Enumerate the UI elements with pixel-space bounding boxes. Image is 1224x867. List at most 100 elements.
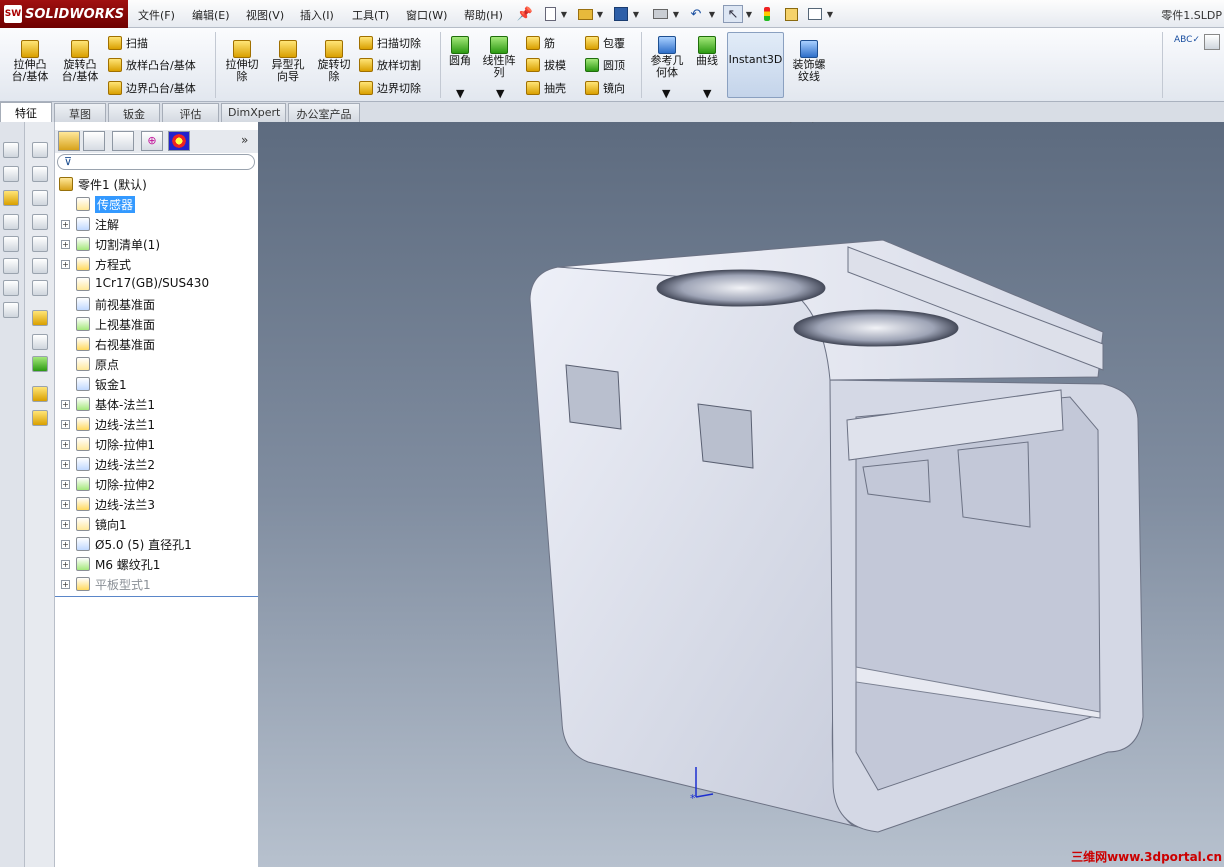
view-cube-icon[interactable] bbox=[32, 214, 48, 230]
expand-panel-icon[interactable]: » bbox=[241, 133, 248, 147]
hole-feature-1[interactable] bbox=[656, 269, 826, 307]
tree-node[interactable]: 前视基准面 bbox=[55, 294, 258, 314]
save-icon[interactable] bbox=[612, 5, 630, 23]
tree-node[interactable]: + 边线-法兰2 bbox=[55, 454, 258, 474]
sketch-line-icon[interactable] bbox=[3, 214, 19, 230]
graphics-viewport[interactable]: 🔍 🔍 ↘ ▥ ◧ ▯ ◦ ◕ ◐ ▣ bbox=[258, 122, 1224, 867]
tree-node[interactable]: + 基体-法兰1 bbox=[55, 394, 258, 414]
tab-sheet-metal[interactable]: 钣金 bbox=[108, 103, 160, 122]
menu-tools[interactable]: 工具(T) bbox=[352, 7, 389, 23]
cosmetic-thread-button[interactable]: 装饰螺纹线 bbox=[789, 40, 829, 83]
spell-check-icon[interactable]: ABC✓ bbox=[1174, 34, 1200, 46]
tree-expand-icon[interactable]: + bbox=[61, 400, 70, 409]
new-dropdown-icon[interactable]: ▼ bbox=[560, 5, 568, 23]
sheet-metal-model[interactable]: * bbox=[258, 122, 1224, 867]
tree-node[interactable]: + Ø5.0 (5) 直径孔1 bbox=[55, 534, 258, 554]
ref-geometry-button[interactable]: 参考几何体 bbox=[646, 36, 688, 79]
view-cube-icon[interactable] bbox=[32, 190, 48, 206]
sketch-circle-icon[interactable] bbox=[3, 258, 19, 274]
tree-expand-icon[interactable]: + bbox=[61, 560, 70, 569]
sketch-tool-icon[interactable] bbox=[3, 142, 19, 158]
menu-edit[interactable]: 编辑(E) bbox=[192, 7, 230, 23]
tree-expand-icon[interactable]: + bbox=[61, 420, 70, 429]
draft-button[interactable]: 拔模 bbox=[526, 56, 566, 74]
mirror-button[interactable]: 镜向 bbox=[585, 79, 625, 97]
sketch-relations-icon[interactable] bbox=[3, 302, 19, 318]
smart-dimension-icon[interactable] bbox=[3, 166, 19, 182]
options-icon[interactable] bbox=[806, 5, 824, 23]
dimxpert-tab-icon[interactable]: ⊕ bbox=[141, 131, 163, 151]
open-file-icon[interactable] bbox=[576, 5, 594, 23]
tree-node[interactable]: 钣金1 bbox=[55, 374, 258, 394]
pin-icon[interactable]: 📌 bbox=[514, 5, 536, 23]
feature-tool-icon[interactable] bbox=[32, 386, 48, 402]
instant3d-button[interactable]: Instant3D bbox=[727, 32, 784, 98]
tree-root[interactable]: 零件1 (默认) bbox=[55, 174, 258, 194]
tree-node[interactable]: + M6 螺纹孔1 bbox=[55, 554, 258, 574]
tree-node[interactable]: + 切割清单(1) bbox=[55, 234, 258, 254]
menu-window[interactable]: 窗口(W) bbox=[406, 7, 447, 23]
menu-view[interactable]: 视图(V) bbox=[246, 7, 284, 23]
wrap-button[interactable]: 包覆 bbox=[585, 34, 625, 52]
menu-help[interactable]: 帮助(H) bbox=[464, 7, 503, 23]
tree-node[interactable]: + 注解 bbox=[55, 214, 258, 234]
loft-cut-button[interactable]: 放样切割 bbox=[359, 56, 421, 74]
open-dropdown-icon[interactable]: ▼ bbox=[596, 5, 604, 23]
menu-file[interactable]: 文件(F) bbox=[138, 7, 175, 23]
format-painter-icon[interactable] bbox=[1204, 34, 1220, 50]
tree-expand-icon[interactable]: + bbox=[61, 260, 70, 269]
view-cube-icon[interactable] bbox=[32, 142, 48, 158]
view-cube-icon[interactable] bbox=[32, 236, 48, 252]
curves-dropdown-icon[interactable]: ▼ bbox=[703, 88, 711, 100]
tree-expand-icon[interactable]: + bbox=[61, 440, 70, 449]
tree-node[interactable]: + 边线-法兰3 bbox=[55, 494, 258, 514]
loft-boss-button[interactable]: 放样凸台/基体 bbox=[108, 56, 196, 74]
view-cube-icon[interactable] bbox=[32, 166, 48, 182]
feature-tree-tab-icon[interactable] bbox=[58, 131, 80, 151]
tree-node[interactable]: 原点 bbox=[55, 354, 258, 374]
tree-node[interactable]: 右视基准面 bbox=[55, 334, 258, 354]
linear-pattern-button[interactable]: 线性阵列 bbox=[480, 36, 518, 79]
sketch-entity-icon[interactable] bbox=[3, 190, 19, 206]
tab-evaluate[interactable]: 评估 bbox=[162, 103, 219, 122]
tree-node[interactable]: + 切除-拉伸1 bbox=[55, 434, 258, 454]
tree-expand-icon[interactable]: + bbox=[61, 240, 70, 249]
revolve-cut-button[interactable]: 旋转切除 bbox=[312, 40, 356, 83]
boundary-boss-button[interactable]: 边界凸台/基体 bbox=[108, 79, 196, 97]
dome-button[interactable]: 圆顶 bbox=[585, 56, 625, 74]
print-icon[interactable] bbox=[650, 5, 670, 23]
model-front-frame[interactable] bbox=[829, 379, 1144, 833]
undo-dropdown-icon[interactable]: ▼ bbox=[708, 5, 716, 23]
tree-rollback-bar[interactable] bbox=[55, 596, 258, 597]
tree-filter-input[interactable]: ⊽ bbox=[57, 154, 255, 170]
relations-icon[interactable] bbox=[32, 356, 48, 372]
tree-node[interactable]: 传感器 bbox=[55, 194, 258, 214]
property-manager-tab-icon[interactable] bbox=[83, 131, 105, 151]
smart-dim-icon[interactable] bbox=[32, 334, 48, 350]
solidworks-logo[interactable]: SW SOLIDWORKS bbox=[0, 0, 128, 28]
tree-node[interactable]: + 镜向1 bbox=[55, 514, 258, 534]
hole-feature-2[interactable] bbox=[793, 309, 959, 347]
tree-expand-icon[interactable]: + bbox=[61, 580, 70, 589]
tab-dimxpert[interactable]: DimXpert bbox=[221, 103, 286, 122]
tree-expand-icon[interactable]: + bbox=[61, 540, 70, 549]
view-cube-icon[interactable] bbox=[32, 280, 48, 296]
tree-node[interactable]: + 切除-拉伸2 bbox=[55, 474, 258, 494]
tab-office-products[interactable]: 办公室产品 bbox=[288, 103, 360, 122]
display-manager-tab-icon[interactable] bbox=[168, 131, 190, 151]
fillet-button[interactable]: 圆角 bbox=[445, 36, 475, 67]
select-dropdown-icon[interactable]: ▼ bbox=[745, 5, 753, 23]
tree-node[interactable]: + 平板型式1 bbox=[55, 574, 258, 594]
tree-expand-icon[interactable]: + bbox=[61, 220, 70, 229]
pattern-dropdown-icon[interactable]: ▼ bbox=[496, 88, 504, 100]
tree-node[interactable]: + 边线-法兰1 bbox=[55, 414, 258, 434]
sketch-rect-icon[interactable] bbox=[3, 236, 19, 252]
tree-node[interactable]: 上视基准面 bbox=[55, 314, 258, 334]
hole-wizard-button[interactable]: 异型孔向导 bbox=[266, 40, 310, 83]
tab-features[interactable]: 特征 bbox=[0, 102, 52, 123]
feature-tool-icon[interactable] bbox=[32, 410, 48, 426]
tab-sketch[interactable]: 草图 bbox=[54, 103, 106, 122]
tree-node[interactable]: 1Cr17(GB)/SUS430 bbox=[55, 274, 258, 294]
revolve-boss-button[interactable]: 旋转凸台/基体 bbox=[56, 40, 104, 83]
sweep-button[interactable]: 扫描 bbox=[108, 34, 148, 52]
